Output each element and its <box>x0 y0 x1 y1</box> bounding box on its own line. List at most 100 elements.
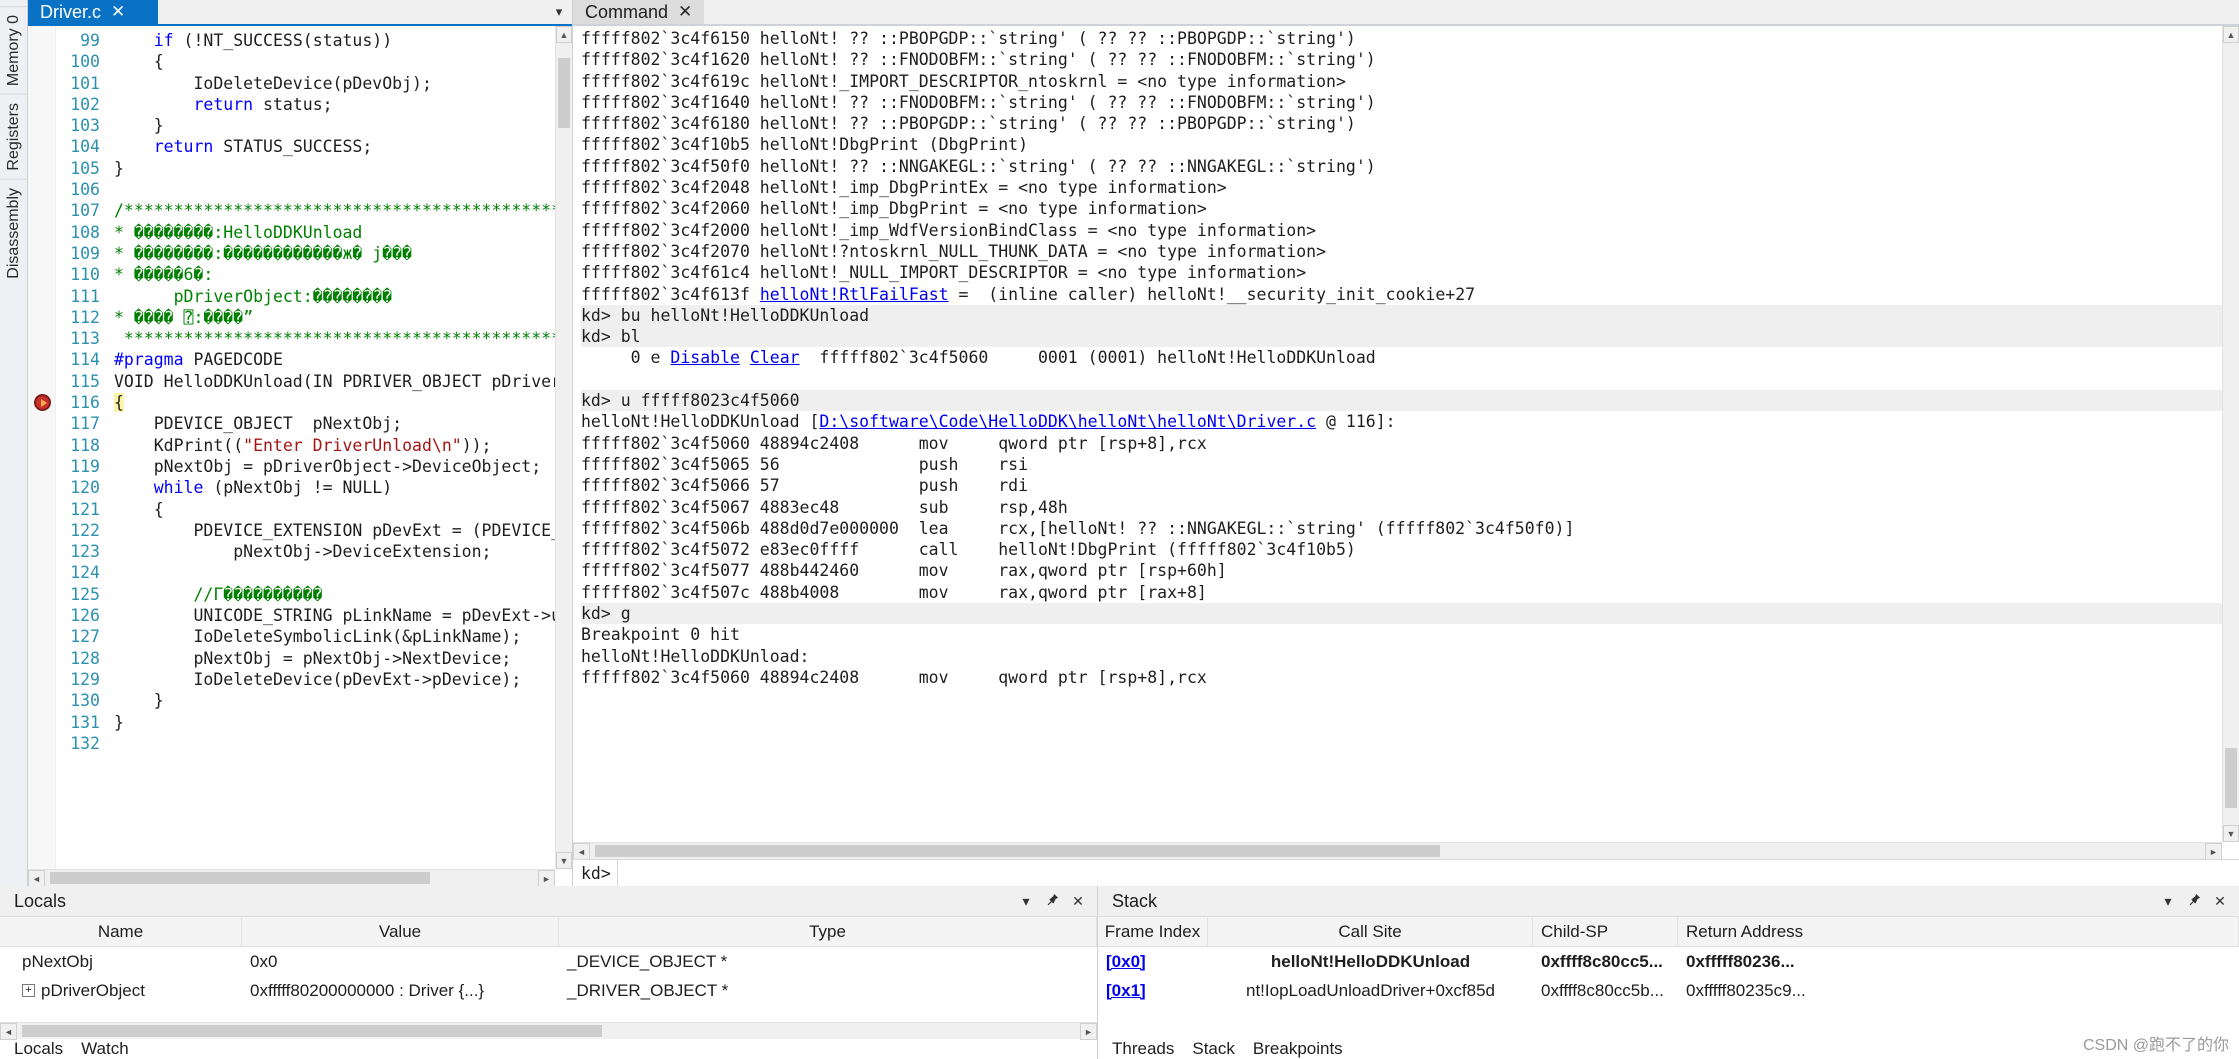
code-line: 117 PDEVICE_OBJECT pNextObj; <box>56 414 402 433</box>
scroll-right-icon[interactable]: ► <box>2205 843 2222 859</box>
command-text: fffff802`3c4f507c 488b4008 mov rax,qword… <box>581 582 1207 602</box>
locals-cell-name: + pDriverObject <box>0 981 242 1001</box>
code-line: 128 pNextObj = pNextObj->NextDevice; <box>56 649 511 668</box>
scroll-down-icon[interactable]: ▼ <box>556 852 572 869</box>
command-output-line: fffff802`3c4f50f0 helloNt! ?? ::NNGAKEGL… <box>581 156 2239 177</box>
locals-rows[interactable]: pNextObj 0x0 _DEVICE_OBJECT * + pDriverObjec… <box>0 947 1097 1022</box>
chevron-down-icon[interactable]: ▾ <box>1013 893 1039 910</box>
code-token: return <box>153 137 214 157</box>
table-row[interactable]: [0x1] nt!IopLoadUnloadDriver+0xcf85d 0xfff… <box>1098 976 2239 1005</box>
table-row[interactable]: pNextObj 0x0 _DEVICE_OBJECT * <box>0 947 1097 976</box>
stack-cell-frame-index-text[interactable]: [0x0] <box>1106 952 1146 972</box>
scroll-left-icon[interactable]: ◄ <box>0 1023 17 1040</box>
command-output-line: fffff802`3c4f2000 helloNt!_imp_WdfVersio… <box>581 220 2239 241</box>
status-tab-threads[interactable]: Threads <box>1112 1039 1174 1059</box>
code-text-area[interactable]: 99 if (!NT_SUCCESS(status)) 100 { 101 Io… <box>56 26 572 886</box>
status-tab-watch[interactable]: Watch <box>81 1039 129 1059</box>
locals-col-type[interactable]: Type <box>559 917 1097 946</box>
line-number: 107 <box>70 201 100 221</box>
command-text: helloNt!HelloDDKUnload [ <box>581 412 820 432</box>
table-row[interactable]: [0x0] helloNt!HelloDDKUnload 0xffff8c80cc5… <box>1098 947 2239 976</box>
scroll-thumb[interactable] <box>2225 748 2237 808</box>
scroll-left-icon[interactable]: ◄ <box>28 870 45 886</box>
code-token: pNextObj->DeviceExtension; <box>114 542 492 562</box>
locals-col-value[interactable]: Value <box>242 917 559 946</box>
command-link[interactable]: D:\software\Code\HelloDDK\helloNt\helloN… <box>819 412 1316 431</box>
close-icon[interactable]: ✕ <box>111 2 125 22</box>
hscroll-thumb[interactable] <box>595 845 1440 857</box>
command-text: fffff802`3c4f619c helloNt!_IMPORT_DESCRI… <box>581 71 1346 91</box>
command-text: fffff802`3c4f5072 e83ec0ffff call helloN… <box>581 540 1356 560</box>
code-token: UNICODE_STRING pLinkName = pDevExt->ustr… <box>193 606 572 626</box>
pin-icon[interactable] <box>2181 893 2207 909</box>
stack-cell-child-sp-text: 0xffff8c80cc5... <box>1541 951 1663 971</box>
left-tool-dock: Disassembly Registers Memory 0 <box>0 0 28 886</box>
breakpoint-gutter[interactable] <box>28 26 56 886</box>
pin-icon[interactable] <box>1039 893 1065 909</box>
scroll-up-icon[interactable]: ▲ <box>2223 26 2239 43</box>
breakpoint-marker-icon[interactable] <box>34 394 51 412</box>
stack-rows[interactable]: [0x0] helloNt!HelloDDKUnload 0xffff8c80cc5… <box>1098 947 2239 1039</box>
left-dock-item-memory-0[interactable]: Memory 0 <box>0 6 28 95</box>
chevron-down-icon[interactable]: ▾ <box>546 0 572 24</box>
table-row[interactable]: + pDriverObject 0xfffff80200000000 : Drive… <box>0 976 1097 1005</box>
command-input-row[interactable]: kd> <box>573 859 2239 886</box>
stack-cell-frame-index[interactable]: [0x0] <box>1098 952 1208 972</box>
stack-cell-frame-index-text[interactable]: [0x1] <box>1106 981 1146 1001</box>
hscroll-thumb[interactable] <box>50 872 430 884</box>
tab-driver-c[interactable]: Driver.c ✕ <box>28 0 158 24</box>
code-line: 110 * �����6�: <box>56 265 213 284</box>
command-output[interactable]: fffff802`3c4f6150 helloNt! ?? ::PBOPGDP:… <box>573 26 2239 859</box>
code-line: 108 * ��������:HelloDDKUnload <box>56 223 362 242</box>
left-dock-item-disassembly[interactable]: Disassembly <box>0 178 28 287</box>
command-output-line: Breakpoint 0 hit <box>581 624 2239 645</box>
code-line: 131} <box>56 713 124 732</box>
left-dock-item-registers[interactable]: Registers <box>0 94 28 179</box>
locals-column-headers: Name Value Type <box>0 917 1097 947</box>
code-line: 100 { <box>56 52 163 71</box>
close-icon[interactable]: ✕ <box>2207 893 2233 910</box>
scroll-up-icon[interactable]: ▲ <box>556 26 572 43</box>
code-line: 118 KdPrint(("Enter DriverUnload\n")); <box>56 436 491 455</box>
line-number: 121 <box>70 499 100 519</box>
stack-col-call-site[interactable]: Call Site <box>1208 917 1533 946</box>
close-icon[interactable]: ✕ <box>1065 893 1091 910</box>
scroll-down-icon[interactable]: ▼ <box>2223 825 2239 842</box>
command-horizontal-scrollbar[interactable]: ◄ ► <box>573 842 2222 859</box>
locals-col-name[interactable]: Name <box>0 917 242 946</box>
command-vertical-scrollbar[interactable]: ▲ ▼ <box>2222 26 2239 842</box>
hscroll-thumb[interactable] <box>22 1025 602 1037</box>
locals-cell-name: pNextObj <box>0 952 242 972</box>
line-number: 111 <box>70 286 100 306</box>
command-link[interactable]: Clear <box>750 348 800 367</box>
editor-horizontal-scrollbar[interactable]: ◄ ► <box>28 869 555 886</box>
stack-col-child-sp[interactable]: Child-SP <box>1533 917 1678 946</box>
stack-cell-child-sp: 0xffff8c80cc5... <box>1533 952 1678 972</box>
scroll-thumb[interactable] <box>558 58 570 128</box>
expand-icon[interactable]: + <box>22 984 35 997</box>
code-token: //Γ <box>114 584 224 604</box>
close-icon[interactable]: ✕ <box>678 2 692 22</box>
chevron-down-icon[interactable]: ▾ <box>2155 893 2181 910</box>
scroll-right-icon[interactable]: ► <box>538 870 555 886</box>
command-prompt-label: kd> <box>581 863 611 883</box>
stack-cell-frame-index[interactable]: [0x1] <box>1098 981 1208 1001</box>
command-output-line: fffff802`3c4f61c4 helloNt!_NULL_IMPORT_D… <box>581 262 2239 283</box>
status-tab-locals[interactable]: Locals <box>14 1039 63 1059</box>
scroll-right-icon[interactable]: ► <box>1080 1023 1097 1040</box>
line-number: 114 <box>70 350 100 370</box>
command-link[interactable]: Disable <box>670 348 740 367</box>
scroll-left-icon[interactable]: ◄ <box>573 843 590 859</box>
command-text: fffff802`3c4f506b 488d0d7e000000 lea rcx… <box>581 518 1575 538</box>
stack-col-return-address[interactable]: Return Address <box>1678 917 2239 946</box>
status-tab-stack[interactable]: Stack <box>1192 1039 1235 1059</box>
tab-command[interactable]: Command ✕ <box>573 0 705 24</box>
stack-col-frame-index[interactable]: Frame Index <box>1098 917 1208 946</box>
code-token: �������� <box>133 243 214 263</box>
command-link[interactable]: helloNt!RtlFailFast <box>760 285 949 304</box>
command-input[interactable] <box>616 860 2239 886</box>
locals-status-tabs: Locals Watch <box>0 1039 1097 1059</box>
locals-horizontal-scrollbar[interactable]: ◄ ► <box>0 1022 1097 1040</box>
editor-vertical-scrollbar[interactable]: ▲ ▼ <box>555 26 572 869</box>
status-tab-breakpoints[interactable]: Breakpoints <box>1253 1039 1343 1059</box>
